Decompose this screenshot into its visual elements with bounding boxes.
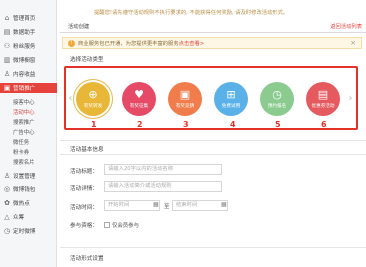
page-header: 活动创建 返回活动列表 bbox=[60, 22, 366, 30]
template-coupon[interactable]: ▤ 优惠券活动 bbox=[306, 82, 340, 116]
sidebar-item-wallet[interactable]: ◎ 微博钱包 bbox=[3, 184, 35, 194]
wallet-icon: ◎ bbox=[3, 185, 11, 193]
sidebar-item-marketing[interactable]: ▣ 营销推广 bbox=[0, 83, 57, 93]
user-icon: ♙ bbox=[3, 70, 11, 78]
close-icon[interactable]: × bbox=[350, 39, 356, 47]
clock-icon: ◷ bbox=[272, 88, 282, 101]
form-section-title: 活动形式设置 bbox=[70, 256, 104, 262]
sidebar-item-schedule[interactable]: ◷ 定时微博 bbox=[3, 226, 35, 236]
name-label: 活动标题： bbox=[70, 169, 98, 175]
sidebar-item-label: 微热点 bbox=[13, 201, 30, 207]
sidebar-item-data[interactable]: ▤ 数据助手 bbox=[3, 27, 36, 37]
sidebar-item-fans[interactable]: ⚇ 粉丝服务 bbox=[3, 41, 36, 51]
template-collect[interactable]: ♥ 有奖征集 bbox=[122, 82, 156, 116]
sidebar-subitem[interactable]: 广告中心 bbox=[13, 128, 35, 136]
chevron-left-icon[interactable]: ‹ bbox=[66, 93, 75, 105]
sidebar-item-showcase[interactable]: ▥ 微博橱窗 bbox=[3, 55, 36, 65]
sidebar-item-label: 微博橱窗 bbox=[13, 58, 36, 64]
members-only-checkbox[interactable]: 仅会员参与 bbox=[104, 221, 139, 229]
sidebar-item-label: 设置管理 bbox=[13, 174, 36, 180]
basic-info-title: 活动基本信息 bbox=[70, 147, 104, 153]
desc-label: 活动详情： bbox=[70, 186, 98, 192]
sidebar: ⌂ 管理首页 ▤ 数据助手 ⚇ 粉丝服务 ▥ 微博橱窗 ♙ 内容收益 ▣ 营销推… bbox=[0, 0, 57, 267]
coupon-icon: ▤ bbox=[317, 88, 329, 101]
heart-icon: ♥ bbox=[134, 88, 144, 101]
image-icon: ▣ bbox=[179, 88, 191, 101]
warning-text: 商业服务包已开通，为您提供更丰富的服务 bbox=[78, 41, 179, 47]
sidebar-item-label: 众筹 bbox=[13, 215, 25, 221]
settings-icon: ♙ bbox=[3, 172, 11, 180]
sidebar-item-label: 数据助手 bbox=[13, 30, 36, 36]
checkbox-box[interactable] bbox=[104, 222, 110, 228]
header-divider bbox=[60, 32, 366, 33]
section-divider bbox=[60, 247, 366, 248]
sidebar-item-hot[interactable]: ✿ 微热点 bbox=[3, 198, 30, 208]
sidebar-item-label: 内容收益 bbox=[13, 72, 36, 78]
sidebar-subitem[interactable]: 搜索推广 bbox=[13, 118, 35, 126]
home-icon: ⌂ bbox=[4, 14, 10, 22]
sidebar-subitem-active[interactable]: 活动中心 bbox=[13, 108, 35, 116]
qualification-label: 参与资格： bbox=[70, 223, 98, 229]
start-time-input[interactable]: 开始时间 bbox=[104, 200, 160, 211]
sidebar-item-label: 管理首页 bbox=[13, 16, 36, 22]
sidebar-item-label: 微博钱包 bbox=[13, 187, 36, 193]
annotation-number: 2 bbox=[137, 120, 143, 129]
annotation-number: 3 bbox=[183, 120, 189, 129]
annotation-number: 6 bbox=[321, 120, 327, 129]
back-to-list-link[interactable]: 返回活动列表 bbox=[330, 22, 362, 30]
notice-text: 提醒您!请先遵守活动规则不执行要求的, 不能获得任何奖励, 请及时修改活动形式。 bbox=[94, 10, 289, 16]
annotation-number: 5 bbox=[275, 120, 281, 129]
sidebar-item-settings[interactable]: ♙ 设置管理 bbox=[3, 171, 36, 181]
activity-desc-input[interactable]: 请输入活动简介或活动规则 bbox=[104, 181, 222, 192]
section-divider bbox=[60, 140, 366, 141]
annotation-number: 4 bbox=[230, 120, 236, 129]
hot-icon: ✿ bbox=[4, 199, 10, 207]
template-label: 有奖征集 bbox=[129, 104, 149, 109]
warning-link[interactable]: 点击查看> bbox=[179, 41, 205, 47]
chevron-right-icon[interactable]: › bbox=[346, 93, 355, 105]
template-label: 优惠券活动 bbox=[311, 104, 335, 109]
sidebar-item-label: 营销推广 bbox=[13, 86, 36, 92]
template-share[interactable]: ⊕ 有奖转发 bbox=[76, 82, 110, 116]
warning-icon: ! bbox=[68, 39, 75, 47]
time-label: 活动时间： bbox=[70, 205, 98, 211]
checkbox-label: 仅会员参与 bbox=[112, 223, 139, 229]
template-label: 预约报名 bbox=[267, 104, 287, 109]
page-title: 活动创建 bbox=[68, 24, 90, 30]
sidebar-item-label: 粉丝服务 bbox=[13, 44, 36, 50]
template-booking[interactable]: ◷ 预约报名 bbox=[260, 82, 294, 116]
activity-name-input[interactable]: 请输入20字以内的活动名称 bbox=[104, 164, 222, 175]
sidebar-subitem[interactable]: 搜索名片 bbox=[13, 158, 35, 166]
end-time-input[interactable]: 结束时间 bbox=[172, 200, 228, 211]
template-label: 有奖竞猜 bbox=[175, 104, 195, 109]
fans-icon: ⚇ bbox=[3, 42, 11, 50]
sidebar-item-home[interactable]: ⌂ 管理首页 bbox=[3, 13, 36, 23]
sidebar-item-label: 定时微博 bbox=[13, 229, 36, 235]
top-notice: 提醒您!请先遵守活动规则不执行要求的, 不能获得任何奖励, 请及时修改活动形式。 bbox=[60, 0, 366, 18]
data-icon: ▤ bbox=[3, 28, 11, 36]
template-label: 免费试用 bbox=[221, 104, 241, 109]
sidebar-subitem[interactable]: 粉卡券 bbox=[13, 148, 29, 156]
clock-icon: ◷ bbox=[3, 227, 11, 235]
calendar-icon[interactable]: ▦ bbox=[221, 201, 227, 208]
marketing-icon: ▣ bbox=[3, 84, 11, 92]
service-warning: ! 商业服务包已开通，为您提供更丰富的服务点击查看> × bbox=[62, 37, 362, 49]
plus-circle-icon: ⊕ bbox=[88, 88, 98, 101]
gift-icon: ⊞ bbox=[226, 88, 236, 101]
template-quiz[interactable]: ▣ 有奖竞猜 bbox=[168, 82, 202, 116]
template-label: 有奖转发 bbox=[83, 104, 103, 109]
sidebar-subitem[interactable]: 接客中心 bbox=[13, 98, 35, 106]
annotation-number: 1 bbox=[91, 120, 97, 129]
time-separator: 至 bbox=[164, 204, 170, 210]
select-type-title: 选择活动类型 bbox=[70, 57, 104, 63]
sidebar-item-income[interactable]: ♙ 内容收益 bbox=[3, 69, 36, 79]
section-divider bbox=[60, 154, 366, 155]
sidebar-item-crowdfund[interactable]: △ 众筹 bbox=[3, 212, 24, 222]
sidebar-subitem[interactable]: 微任务 bbox=[13, 138, 29, 146]
showcase-icon: ▥ bbox=[3, 56, 11, 64]
calendar-icon[interactable]: ▦ bbox=[153, 201, 159, 208]
crowdfund-icon: △ bbox=[4, 213, 10, 221]
template-trial[interactable]: ⊞ 免费试用 bbox=[214, 82, 248, 116]
